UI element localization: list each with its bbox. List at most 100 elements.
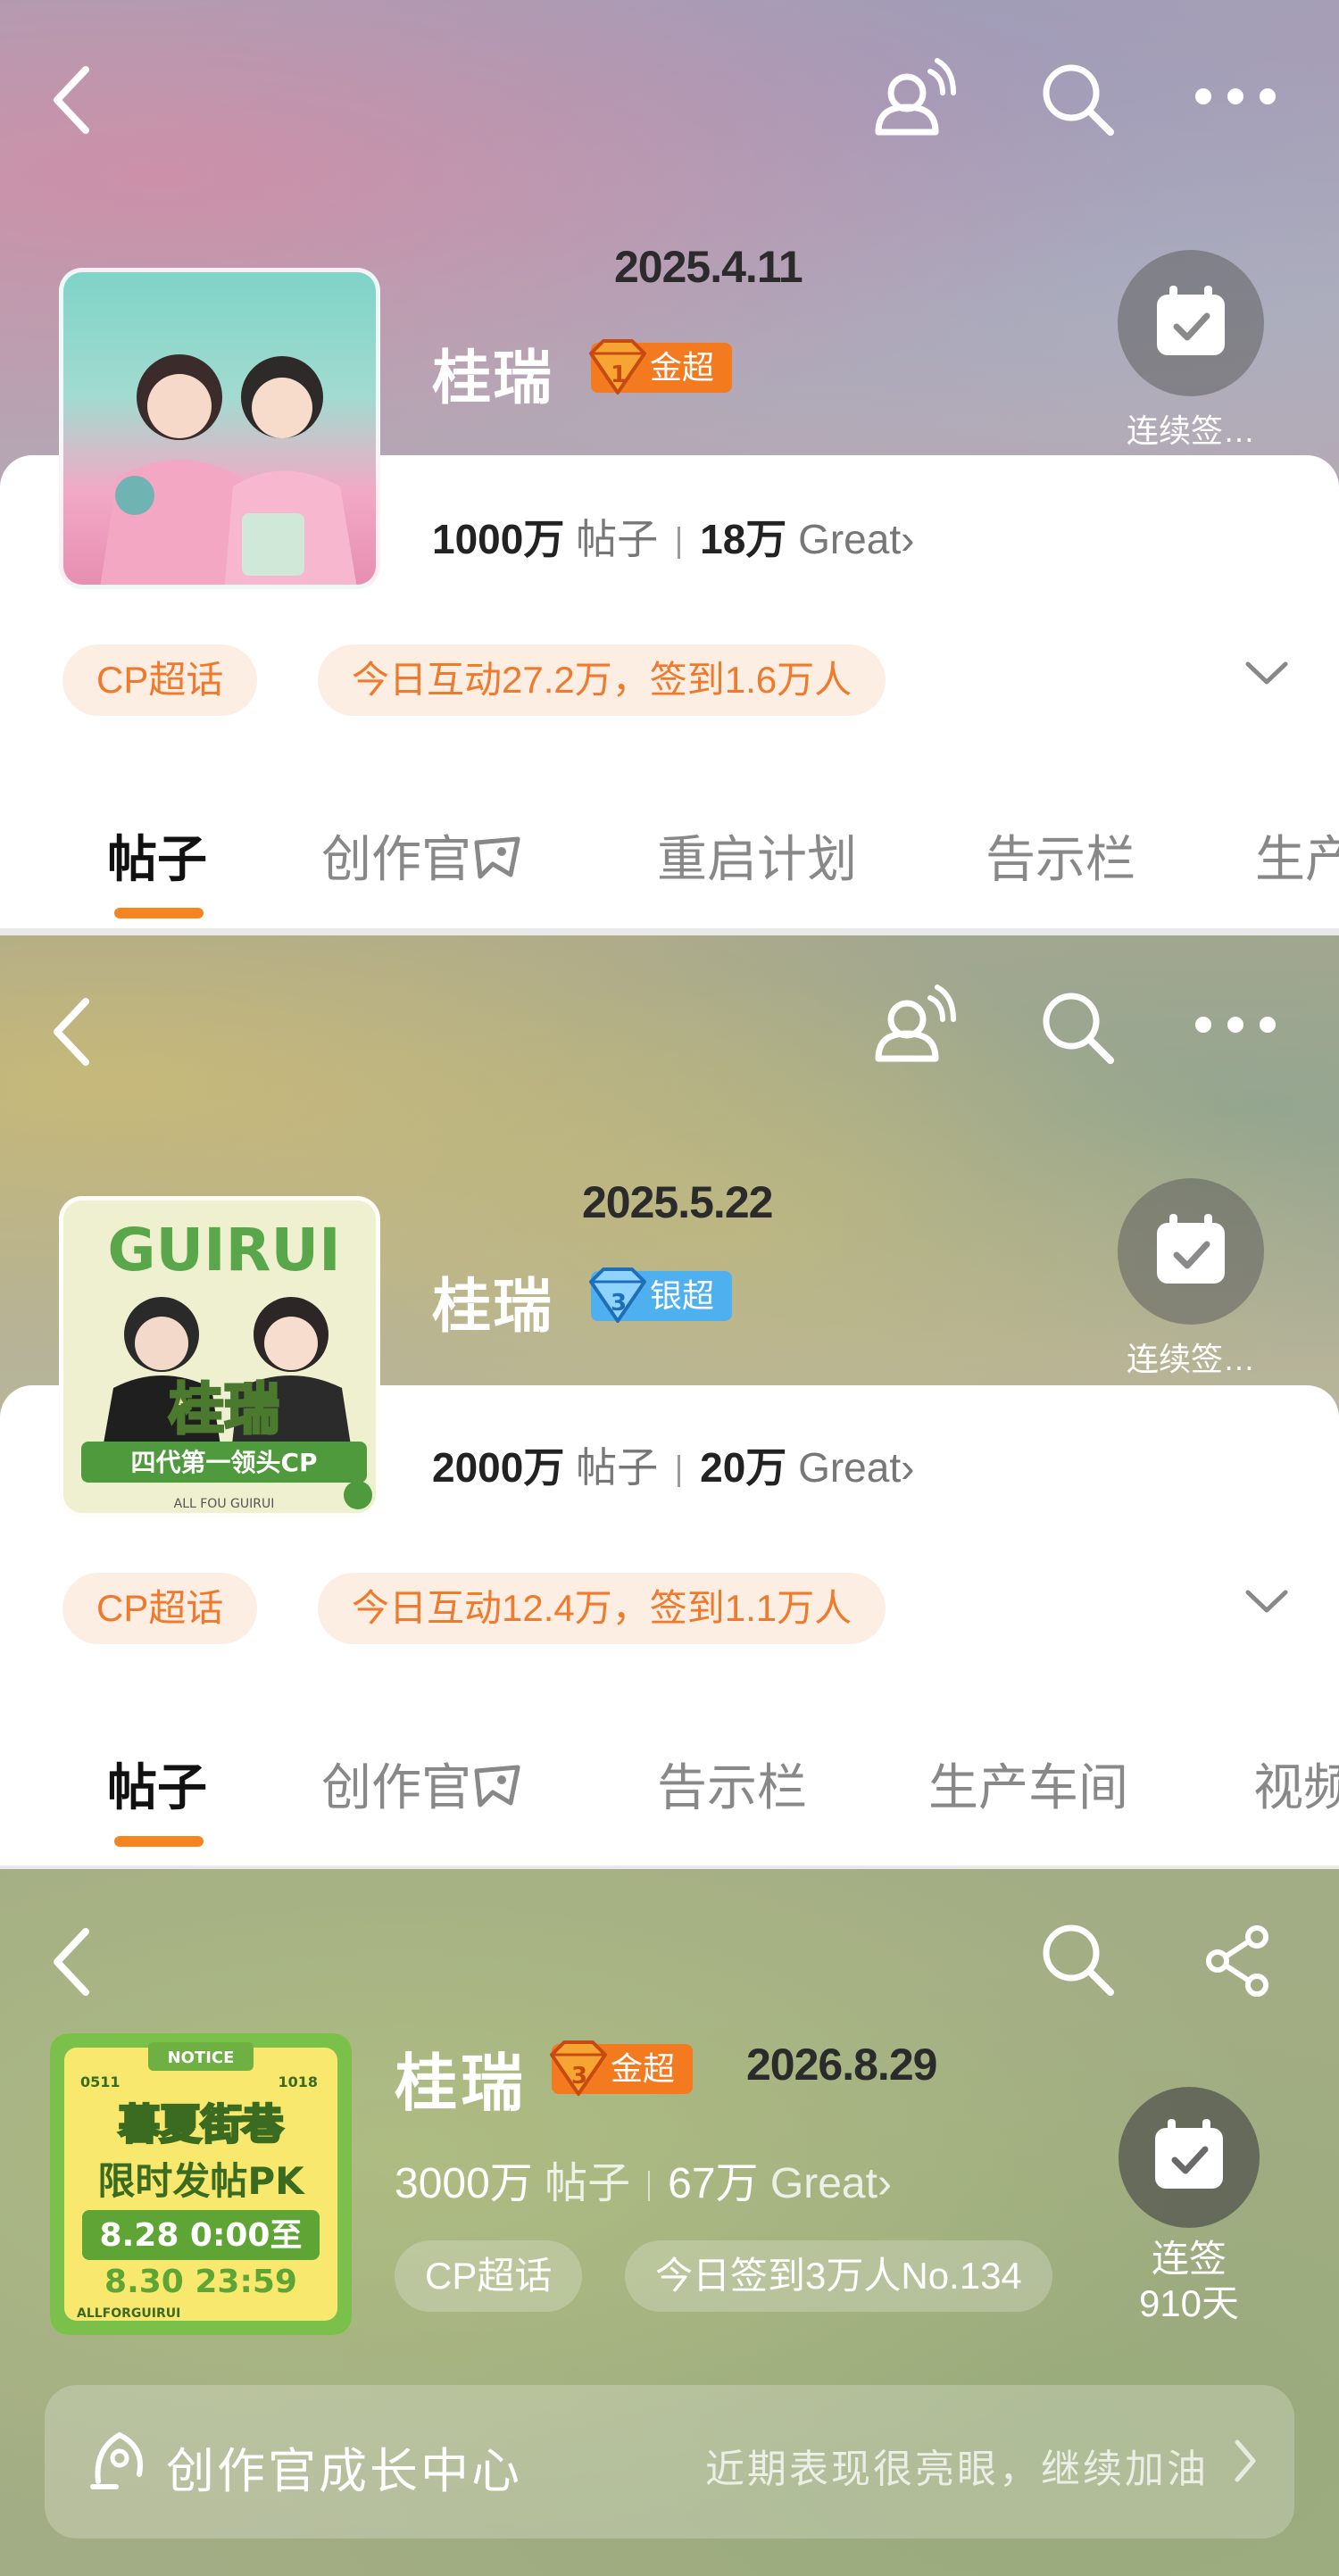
great-count: 67万 [668, 2160, 759, 2207]
posts-label: 帖子 [576, 1444, 659, 1491]
growth-subtitle: 近期表现很亮眼，继续加油 [705, 2447, 1209, 2491]
svg-text:限时发帖PK: 限时发帖PK [97, 2159, 305, 2203]
page-title: 桂瑞 [432, 1273, 553, 1339]
svg-text:GUIRUI: GUIRUI [107, 1216, 340, 1284]
avatar[interactable] [59, 268, 380, 589]
bot-chat-icon[interactable] [871, 984, 957, 1064]
back-icon[interactable] [50, 1926, 95, 1998]
calendar-check-icon [1157, 1214, 1225, 1284]
signin-label: 连续签… [1126, 1341, 1255, 1377]
activity-pill[interactable]: 今日签到3万人No.134 [625, 2240, 1052, 2312]
stats-row[interactable]: 2000万 帖子 20万 Great› [432, 1435, 914, 1494]
chevron-right-icon: › [901, 1444, 915, 1491]
badge-label: 银超 [650, 1277, 715, 1314]
page-title: 桂瑞 [395, 2048, 527, 2118]
tab-bar: 帖子 创作官 重启计划 告示栏 生产 [0, 802, 1339, 918]
search-icon[interactable] [1039, 1921, 1116, 1998]
tab-production[interactable]: 生产 [1255, 819, 1339, 892]
tab-posts[interactable]: 帖子 [107, 1748, 207, 1847]
tab-restart-plan[interactable]: 重启计划 [657, 819, 857, 892]
activity-pill[interactable]: 今日互动27.2万，签到1.6万人 [318, 644, 886, 716]
back-icon[interactable] [50, 996, 95, 1068]
chevron-right-icon [1235, 2439, 1256, 2482]
screen-2: 2025.5.22 GUIRUI 桂瑞 四代第一领头CP ALL FOU GUI… [0, 935, 1339, 1866]
posts-count: 3000万 [395, 2160, 533, 2207]
calendar-check-icon [1155, 2119, 1223, 2189]
avatar[interactable]: NOTICE 0511 1018 暮夏街巷 限时发帖PK 8.28 0:00至 … [50, 2033, 352, 2335]
screen-3: NOTICE 0511 1018 暮夏街巷 限时发帖PK 8.28 0:00至 … [0, 1869, 1339, 2576]
chevron-down-icon[interactable] [1244, 661, 1289, 687]
tab-video[interactable]: 视频 [1253, 1748, 1339, 1820]
tab-posts[interactable]: 帖子 [107, 819, 207, 918]
date-label: 2025.4.11 [614, 242, 803, 292]
svg-text:8.30 23:59: 8.30 23:59 [104, 2264, 297, 2300]
tag-cp[interactable]: CP超话 [62, 644, 258, 716]
date-label: 2025.5.22 [582, 1177, 773, 1227]
bot-chat-icon[interactable] [871, 57, 957, 137]
level-badge[interactable]: 3 金超 [550, 2040, 694, 2096]
search-icon[interactable] [1039, 989, 1116, 1066]
avatar[interactable]: GUIRUI 桂瑞 四代第一领头CP ALL FOU GUIRUI [59, 1196, 380, 1517]
stats-row[interactable]: 3000万 帖子 67万 Great› [395, 2148, 892, 2210]
svg-text:1018: 1018 [278, 2073, 318, 2090]
share-icon[interactable] [1203, 1924, 1277, 1998]
great-count: 20万 [700, 1444, 787, 1491]
more-icon[interactable] [1193, 1014, 1278, 1035]
signin-button[interactable]: 连续签… [1116, 250, 1266, 452]
creator-icon [474, 836, 520, 879]
svg-text:四代第一领头CP: 四代第一领头CP [130, 1448, 317, 1477]
posts-count: 2000万 [432, 1444, 565, 1491]
divider [678, 1454, 681, 1487]
date-label: 2026.8.29 [746, 2040, 937, 2090]
chevron-right-icon: › [901, 516, 915, 562]
level-badge[interactable]: 3 银超 [589, 1267, 733, 1323]
tab-production-workshop[interactable]: 生产车间 [928, 1748, 1128, 1820]
tab-notice-board[interactable]: 告示栏 [986, 819, 1135, 892]
tab-indicator [114, 908, 204, 918]
great-label: Great [798, 1444, 902, 1491]
signin-label: 连续签… [1126, 412, 1255, 449]
activity-pill[interactable]: 今日互动12.4万，签到1.1万人 [318, 1573, 886, 1644]
chevron-down-icon[interactable] [1244, 1589, 1289, 1616]
posts-label: 帖子 [545, 2160, 631, 2207]
tab-creator[interactable]: 创作官 [321, 1748, 523, 1820]
signin-button[interactable]: 连签 910天 [1114, 2087, 1264, 2326]
svg-text:3: 3 [611, 1290, 627, 1317]
creator-icon [90, 2431, 143, 2489]
tab-creator[interactable]: 创作官 [321, 819, 523, 892]
posts-count: 1000万 [432, 516, 565, 562]
calendar-check-icon [1157, 286, 1225, 355]
tab-indicator [114, 1836, 204, 1847]
screen-1: 2025.4.11 桂瑞 1 金超 连续签… 1000万 帖子 18万 Great… [0, 0, 1339, 928]
level-badge[interactable]: 1 金超 [589, 339, 733, 395]
diamond-icon: 3 [586, 1266, 650, 1341]
tab-notice-board[interactable]: 告示栏 [657, 1748, 807, 1820]
page-title: 桂瑞 [432, 345, 553, 411]
great-label: Great [769, 2160, 877, 2207]
creator-growth-center[interactable]: 创作官成长中心 近期表现很亮眼，继续加油 [45, 2385, 1294, 2539]
creator-icon [474, 1765, 520, 1807]
tab-bar: 帖子 创作官 告示栏 生产车间 视频 [0, 1730, 1339, 1847]
tag-cp[interactable]: CP超话 [395, 2240, 583, 2312]
svg-text:桂瑞: 桂瑞 [169, 1376, 279, 1442]
divider [0, 928, 1339, 935]
svg-text:ALLFORGUIRUI: ALLFORGUIRUI [77, 2306, 180, 2321]
more-icon[interactable] [1193, 86, 1278, 107]
diamond-icon: 1 [586, 337, 650, 412]
svg-text:ALL FOU GUIRUI: ALL FOU GUIRUI [174, 1497, 275, 1511]
posts-label: 帖子 [576, 516, 659, 562]
tag-cp[interactable]: CP超话 [62, 1573, 258, 1644]
great-count: 18万 [700, 516, 787, 562]
signin-button[interactable]: 连续签… [1116, 1178, 1266, 1380]
growth-title: 创作官成长中心 [166, 2445, 522, 2498]
search-icon[interactable] [1039, 61, 1116, 137]
svg-text:1: 1 [611, 361, 627, 388]
svg-text:暮夏街巷: 暮夏街巷 [119, 2100, 284, 2148]
back-icon[interactable] [50, 64, 95, 136]
divider [648, 2171, 651, 2202]
chevron-right-icon: › [877, 2160, 892, 2207]
divider [678, 526, 681, 559]
stats-row[interactable]: 1000万 帖子 18万 Great› [432, 507, 914, 566]
diamond-icon: 3 [546, 2039, 611, 2114]
svg-text:NOTICE: NOTICE [168, 2048, 235, 2067]
